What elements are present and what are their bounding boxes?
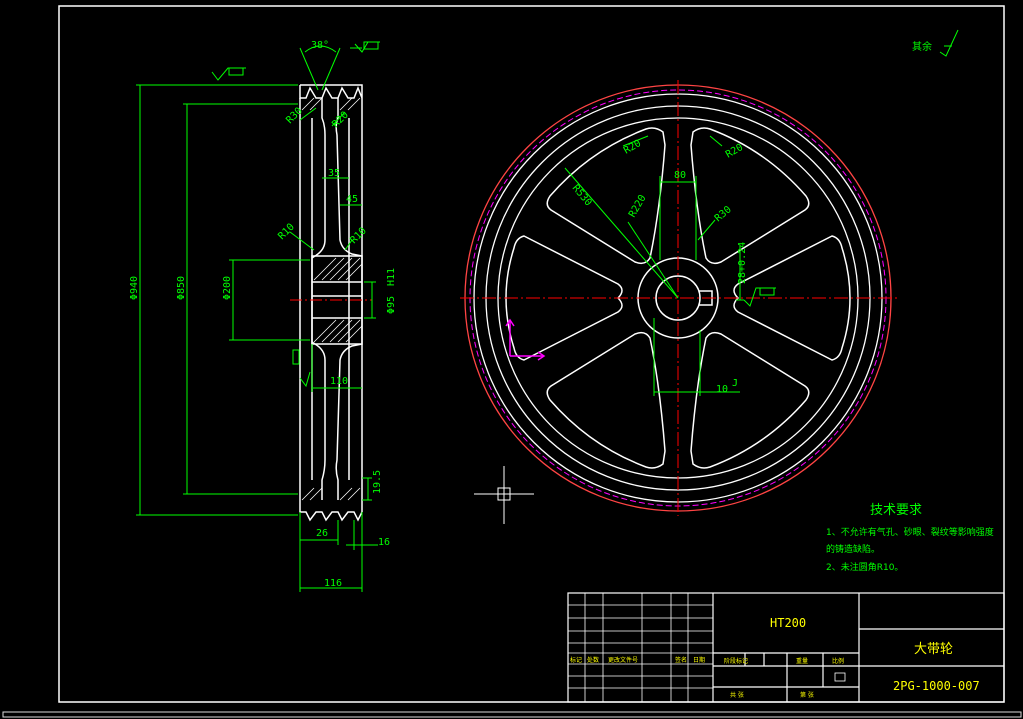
cad-drawing-canvas: Φ940 Φ850 Φ200 Φ95 H11 38° R30 R20 R10 R… xyxy=(0,0,1023,719)
dim-height-19-5: 19.5 xyxy=(372,470,383,494)
tb-label-scale: 比例 xyxy=(832,657,844,665)
roughness-note: 其余 xyxy=(912,40,932,53)
tech-req-title: 技术要求 xyxy=(870,503,922,518)
tb-label-sheets: 共 张 xyxy=(730,691,744,699)
tb-label-sheet: 第 张 xyxy=(800,691,814,699)
dim-spoke-width: 80 xyxy=(674,170,686,181)
tb-label-stage: 阶段标记 xyxy=(724,657,748,665)
part-name: 大带轮 xyxy=(914,642,953,657)
dim-width-35: 35 xyxy=(328,168,340,179)
dim-width-16: 16 xyxy=(378,537,390,548)
dim-width-116: 116 xyxy=(324,578,342,589)
dim-outer-diameter: Φ940 xyxy=(129,276,140,300)
tb-label-mark: 标记 xyxy=(570,656,582,664)
tb-label-count: 处数 xyxy=(587,656,599,664)
tech-req-item1-line1: 1、不允许有气孔、砂眼、裂纹等影响强度 xyxy=(826,526,994,538)
tech-req-item1-line2: 的铸造缺陷。 xyxy=(826,543,880,555)
background xyxy=(0,0,1023,719)
dim-width-26: 26 xyxy=(316,528,328,539)
material-text: HT200 xyxy=(770,616,806,630)
tb-label-zone: 更改文件号 xyxy=(608,656,638,664)
dim-hub-diameter: Φ200 xyxy=(222,276,233,300)
tech-req-item2: 2、未注圆角R10。 xyxy=(826,561,903,573)
tb-label-sign: 签名 xyxy=(675,656,687,664)
dim-key-width: 10 xyxy=(716,384,728,395)
dim-width-45: 45 xyxy=(346,194,358,205)
dim-groove-angle: 38° xyxy=(311,40,329,51)
drawing-number: 2PG-1000-007 xyxy=(893,679,980,693)
dim-key-depth: 28+0.24 xyxy=(737,242,748,284)
tb-label-date: 日期 xyxy=(693,656,705,664)
tb-label-weight: 重量 xyxy=(796,657,808,665)
dim-bore-diameter: Φ95 xyxy=(386,296,397,314)
dim-width-110: 110 xyxy=(330,376,348,387)
dim-bore-tolerance: H11 xyxy=(386,268,397,286)
dim-key-tolerance: J xyxy=(732,378,738,389)
dim-inner-diameter: Φ850 xyxy=(176,276,187,300)
